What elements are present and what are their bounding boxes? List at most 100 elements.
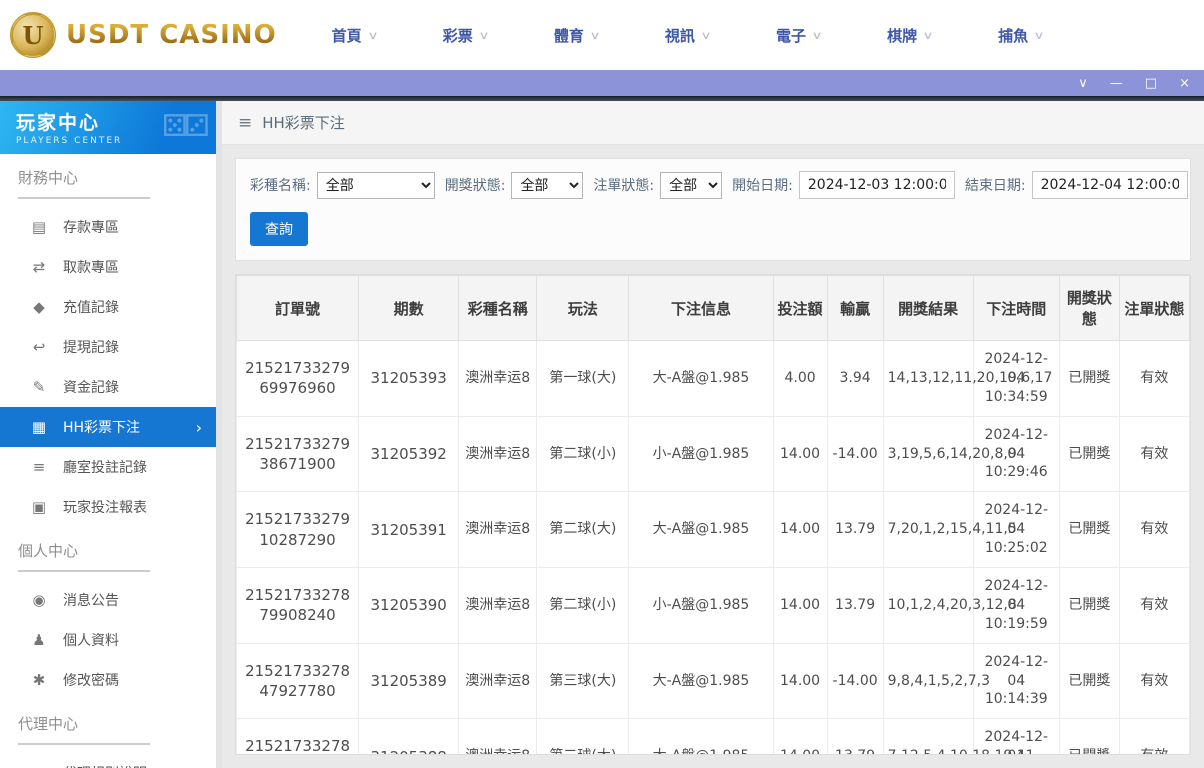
- table-cell: 31205390: [358, 567, 460, 644]
- sidebar-item-label: 存款專區: [63, 220, 119, 236]
- order-status-select[interactable]: 全部: [660, 171, 723, 199]
- table-cell: 有效: [1118, 491, 1190, 569]
- chevron-down-icon: ∨: [700, 28, 712, 42]
- table-cell: 14,13,12,11,20,19,6,17: [882, 340, 1052, 417]
- sidebar-item-profile[interactable]: ♟ 個人資料: [0, 620, 216, 660]
- sidebar-item-agent-rules[interactable]: ▤ 代理規則說明: [0, 753, 216, 768]
- filter-field-lottery-name: 彩種名稱: 全部: [250, 171, 435, 199]
- table-cell: 有效: [1118, 642, 1190, 720]
- deposit-icon: ▤: [31, 218, 47, 236]
- chevron-down-icon: ∨: [367, 28, 379, 42]
- sidebar-item-change-password[interactable]: ✱ 修改密碼: [0, 660, 216, 700]
- funds-record-icon: ✎: [32, 378, 46, 396]
- hall-bet-records-icon: ≡: [32, 458, 46, 476]
- sidebar-item-label: 提現記錄: [63, 340, 119, 356]
- table-cell: 已開獎: [1058, 491, 1120, 569]
- table-row: 2152173327910287290 31205391 澳洲幸运8 第二球(大) 大-…: [236, 491, 1190, 569]
- chevron-down-icon: ∨: [478, 28, 490, 42]
- table-cell: 第一球(大): [536, 340, 630, 417]
- table-cell: 小-A盤@1.985: [628, 415, 774, 493]
- table-cell: 14.00: [772, 491, 828, 569]
- search-button[interactable]: 查詢: [250, 212, 308, 246]
- window-titlebar: ∨ — □ ×: [0, 70, 1204, 96]
- table-cell: 有效: [1118, 567, 1190, 644]
- sidebar-item-label: HH彩票下注: [63, 420, 141, 436]
- lottery-name-select[interactable]: 全部: [316, 171, 435, 199]
- sidebar-item-label: 消息公告: [63, 593, 119, 609]
- sidebar-item-withdrawal-record[interactable]: ↩ 提現記錄: [0, 327, 216, 367]
- table-cell: 13.79: [826, 567, 884, 644]
- filter-field-end-date: 結束日期:: [965, 171, 1188, 199]
- bets-table-panel: 訂單號 期數 彩種名稱 玩法 下注信息 投注額 輸贏 開獎結果 下注時間 開獎狀態 注單狀態 215…: [235, 274, 1191, 755]
- main-content: ≡ HH彩票下注 彩種名稱:全部開獎狀態:全部注單狀態:全部開始日期:結束日期:…: [222, 101, 1204, 768]
- chevron-down-icon: ∨: [1033, 28, 1045, 42]
- nav-item-home[interactable]: 首頁 ∨: [332, 25, 379, 46]
- filter-label: 開始日期:: [732, 178, 793, 194]
- table-cell: 2152173327821863400: [236, 718, 360, 754]
- table-cell: -14.00: [826, 642, 884, 720]
- logo-letter: U: [22, 20, 44, 50]
- recharge-record-icon: ◆: [33, 298, 45, 316]
- table-cell: 第二球(小): [536, 567, 630, 644]
- filter-label: 開獎狀態:: [444, 178, 506, 194]
- table-cell: 已開獎: [1058, 718, 1120, 754]
- profile-icon: ♟: [32, 631, 46, 649]
- withdrawal-record-icon: ↩: [32, 338, 46, 356]
- table-cell: 有效: [1118, 340, 1190, 417]
- table-cell: 有效: [1118, 718, 1190, 754]
- nav-item-fishing[interactable]: 捕魚 ∨: [998, 25, 1045, 46]
- nav-item-chess[interactable]: 棋牌 ∨: [887, 25, 934, 46]
- table-cell: 4.00: [772, 340, 828, 417]
- logo-text: USDT CASINO: [66, 20, 277, 50]
- nav-item-label: 彩票: [442, 26, 473, 45]
- table-row: 2152173327847927780 31205389 澳洲幸运8 第三球(大) 大-…: [236, 642, 1190, 720]
- agent-rules-icon: ▤: [30, 764, 48, 768]
- nav-item-sports[interactable]: 體育 ∨: [554, 25, 601, 46]
- table-cell: -14.00: [826, 415, 884, 493]
- sidebar-item-recharge-record[interactable]: ◆ 充值記錄: [0, 287, 216, 327]
- table-cell: 澳洲幸运8: [458, 491, 538, 569]
- announcements-icon: ◉: [32, 591, 46, 609]
- withdraw-icon: ⇄: [32, 258, 46, 276]
- table-cell: 有效: [1118, 415, 1190, 493]
- sidebar-item-funds-record[interactable]: ✎ 資金記錄: [0, 367, 216, 407]
- table-cell: 14.00: [772, 567, 828, 644]
- close-button[interactable]: ×: [1179, 77, 1190, 90]
- table-cell: 澳洲幸运8: [458, 718, 538, 754]
- sidebar-item-withdraw[interactable]: ⇄ 取款專區: [0, 247, 216, 287]
- sidebar-item-hh-lottery-bets[interactable]: ▦ HH彩票下注 ›: [0, 407, 216, 447]
- table-row: 2152173327969976960 31205393 澳洲幸运8 第一球(大) 大-…: [236, 340, 1190, 417]
- column-header: 下注信息: [628, 275, 774, 341]
- sidebar-item-deposit[interactable]: ▤ 存款專區: [0, 207, 216, 247]
- nav-item-label: 棋牌: [887, 26, 918, 45]
- table-cell: 31205393: [358, 340, 460, 417]
- nav-item-lottery[interactable]: 彩票 ∨: [442, 25, 490, 46]
- nav-item-slots[interactable]: 電子 ∨: [776, 25, 823, 46]
- table-cell: 10,1,2,4,20,3,12,8: [882, 567, 1017, 644]
- filter-field-start-date: 開始日期:: [732, 171, 955, 199]
- table-cell: 13.79: [826, 491, 884, 569]
- sidebar-item-announcements[interactable]: ◉ 消息公告: [0, 580, 216, 620]
- column-header: 玩法: [536, 275, 630, 341]
- table-cell: 2152173327847927780: [236, 642, 360, 720]
- maximize-button[interactable]: □: [1145, 77, 1157, 90]
- sidebar-header: 玩家中心 PLAYERS CENTER ⚄⚂: [0, 101, 216, 154]
- column-header: 開獎結果: [882, 275, 974, 341]
- table-cell: 7,20,1,2,15,4,11,5: [882, 491, 1017, 569]
- end-date-input[interactable]: [1031, 171, 1188, 199]
- table-cell: 3,19,5,6,14,20,8,9: [882, 415, 1017, 493]
- sidebar-item-player-bet-report[interactable]: ▣ 玩家投注報表: [0, 487, 216, 527]
- table-cell: 澳洲幸运8: [458, 340, 538, 417]
- nav-item-video[interactable]: 視訊 ∨: [665, 25, 712, 46]
- draw-status-select[interactable]: 全部: [511, 171, 584, 199]
- hamburger-icon[interactable]: ≡: [238, 113, 252, 133]
- minimize-button[interactable]: —: [1110, 77, 1123, 90]
- sidebar-item-hall-bet-records[interactable]: ≡ 廳室投註記錄: [0, 447, 216, 487]
- sidebar: 玩家中心 PLAYERS CENTER ⚄⚂ 財務中心 ▤ 存款專區 ⇄ 取款專區 ◆ 充值…: [0, 101, 222, 768]
- table-cell: 31205388: [358, 718, 460, 754]
- start-date-input[interactable]: [798, 171, 955, 199]
- sidebar-item-label: 玩家投注報表: [63, 500, 147, 516]
- table-cell: 已開獎: [1058, 340, 1120, 417]
- sidebar-section: 財務中心 ▤ 存款專區 ⇄ 取款專區 ◆ 充值記錄 ↩ 提現記錄 ✎ 資金記錄 ▦ HH彩票下注 › ≡ 廳室…: [0, 167, 216, 527]
- chevron-down-icon[interactable]: ∨: [1078, 77, 1088, 90]
